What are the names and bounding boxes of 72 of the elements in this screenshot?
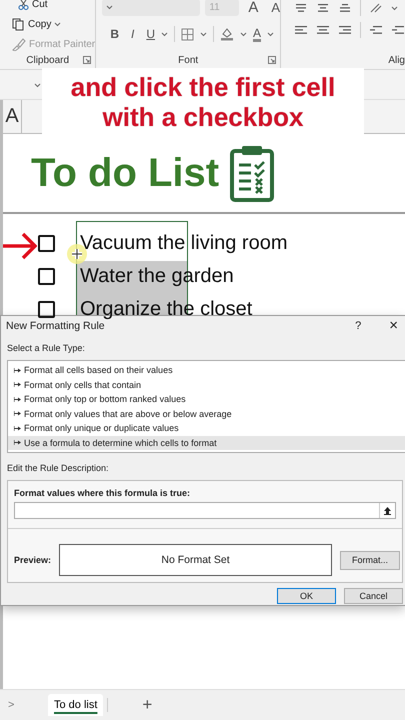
clipboard-checklist-icon — [229, 144, 276, 202]
bold-button[interactable]: B — [110, 27, 119, 41]
scissors-icon — [18, 0, 29, 10]
sheet-tab[interactable]: To do list — [48, 694, 104, 716]
rule-type-item[interactable]: Format only values that are above or below average — [8, 406, 405, 421]
collapse-icon[interactable] — [384, 506, 391, 514]
group-label: Font — [178, 55, 198, 66]
close-button[interactable]: × — [389, 317, 398, 334]
formula-label: Format values where this formula is true: — [14, 488, 192, 498]
align-left-icon[interactable] — [294, 24, 308, 36]
caret-icon[interactable] — [200, 32, 207, 36]
borders-icon[interactable] — [181, 28, 194, 40]
italic-button[interactable]: I — [130, 27, 134, 41]
ok-button[interactable]: OK — [277, 588, 336, 604]
bottom-align-icon[interactable] — [338, 2, 352, 14]
copy-icon — [12, 18, 25, 30]
dialog-launcher-icon[interactable] — [268, 56, 276, 64]
cancel-button[interactable]: Cancel — [344, 588, 403, 604]
format-button[interactable]: Format... — [340, 550, 400, 570]
arrow-icon — [14, 411, 21, 416]
caret-icon[interactable] — [391, 6, 398, 10]
help-button[interactable]: ? — [355, 320, 362, 332]
font-color-button[interactable]: A — [253, 26, 262, 42]
caret-icon[interactable] — [161, 32, 168, 36]
dialog-launcher-icon[interactable] — [83, 56, 92, 64]
group-label: Clipboard — [26, 55, 70, 66]
grow-font-button[interactable]: A — [248, 0, 258, 16]
caption-text: and click the first cell — [70, 72, 336, 102]
checkbox[interactable] — [38, 235, 55, 252]
underline-button[interactable]: U — [146, 27, 155, 41]
font-name-field[interactable] — [102, 0, 200, 16]
add-sheet-button[interactable]: + — [142, 695, 152, 715]
fill-color-icon[interactable] — [220, 27, 234, 41]
caret-icon[interactable] — [106, 5, 114, 10]
arrow-icon — [14, 426, 21, 431]
rule-type-item[interactable]: Format only cells that contain — [8, 378, 405, 392]
align-center-icon[interactable] — [316, 24, 330, 36]
orientation-icon[interactable] — [369, 2, 383, 14]
preview-label: Preview: — [14, 555, 52, 565]
sheet-title: To do List — [31, 150, 220, 196]
task-cell[interactable]: Vacuum the living room — [80, 232, 288, 255]
preview-box: No Format Set — [59, 544, 332, 576]
align-right-icon[interactable] — [338, 24, 352, 36]
increase-indent-icon[interactable] — [391, 24, 405, 36]
decrease-indent-icon[interactable] — [369, 24, 383, 36]
formula-field[interactable] — [14, 502, 396, 519]
caret-icon[interactable] — [240, 32, 247, 36]
arrow-icon — [14, 440, 21, 446]
brush-icon — [12, 38, 26, 50]
arrow-icon — [14, 368, 21, 373]
scroll-tabs-button[interactable]: > — [8, 699, 48, 711]
caret-icon[interactable] — [54, 22, 62, 26]
section-label: Select a Rule Type: — [6, 343, 86, 355]
top-align-icon[interactable] — [294, 2, 308, 14]
section-label: Edit the Rule Description: — [6, 463, 110, 475]
ribbon-command[interactable]: Copy — [28, 18, 52, 30]
pointer-arrow-icon — [3, 231, 37, 261]
checkbox[interactable] — [38, 268, 55, 285]
rule-type-item[interactable]: Format all cells based on their values — [8, 363, 405, 378]
rule-type-item[interactable]: Use a formula to determine which cells to format — [8, 436, 405, 450]
rule-type-item[interactable]: Format only top or bottom ranked values — [8, 392, 405, 406]
name-box-caret-icon[interactable] — [34, 82, 41, 88]
column-header[interactable]: A — [0, 100, 22, 133]
arrow-icon — [14, 382, 21, 388]
caret-icon[interactable] — [267, 32, 274, 36]
middle-align-icon[interactable] — [316, 2, 330, 14]
group-label: Alig — [388, 55, 405, 66]
caption-text: with a checkbox — [102, 102, 304, 132]
arrow-icon — [14, 396, 21, 402]
rule-type-item[interactable]: Format only unique or duplicate values — [8, 421, 405, 436]
shrink-font-button[interactable]: A — [271, 0, 280, 15]
dialog-title: New Formatting Rule — [6, 320, 106, 332]
